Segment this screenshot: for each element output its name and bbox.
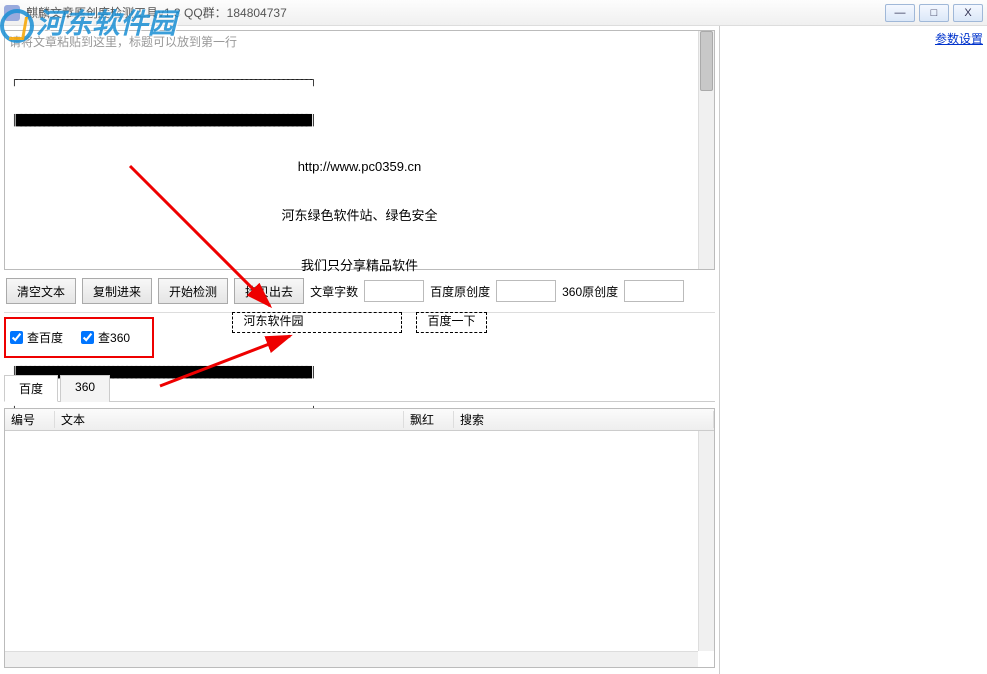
grid-scrollbar-horizontal[interactable]	[5, 651, 698, 667]
textarea-scrollbar[interactable]	[698, 31, 714, 269]
maximize-button[interactable]: □	[919, 4, 949, 22]
titlebar: 麒麟文章原创度检测工具v1.3 QQ群：184804737 — □ X	[0, 0, 987, 26]
params-settings-link[interactable]: 参数设置	[935, 30, 983, 47]
grid-header: 编号 文本 飘红 搜索	[5, 409, 714, 431]
grid-col-id[interactable]: 编号	[5, 411, 55, 428]
grid-col-highlight[interactable]: 飘红	[404, 411, 454, 428]
grid-col-text[interactable]: 文本	[55, 411, 404, 428]
close-button[interactable]: X	[953, 4, 983, 22]
grid-body	[5, 431, 714, 649]
results-grid: 编号 文本 飘红 搜索	[4, 408, 715, 668]
grid-scrollbar-vertical[interactable]	[698, 431, 714, 651]
tab-baidu[interactable]: 百度	[4, 375, 58, 402]
minimize-button[interactable]: —	[885, 4, 915, 22]
window-title: 麒麟文章原创度检测工具v1.3 QQ群：184804737	[26, 4, 885, 21]
textarea-placeholder: 请将文章粘贴到这里，标题可以放到第一行	[9, 33, 237, 50]
article-textarea[interactable]: 请将文章粘贴到这里，标题可以放到第一行 ┌───────────────────…	[4, 30, 715, 270]
app-icon	[4, 5, 20, 21]
right-panel: 参数设置	[720, 26, 987, 674]
grid-col-search[interactable]: 搜索	[454, 411, 714, 428]
tab-360[interactable]: 360	[60, 375, 110, 402]
scrollbar-thumb[interactable]	[700, 31, 713, 91]
